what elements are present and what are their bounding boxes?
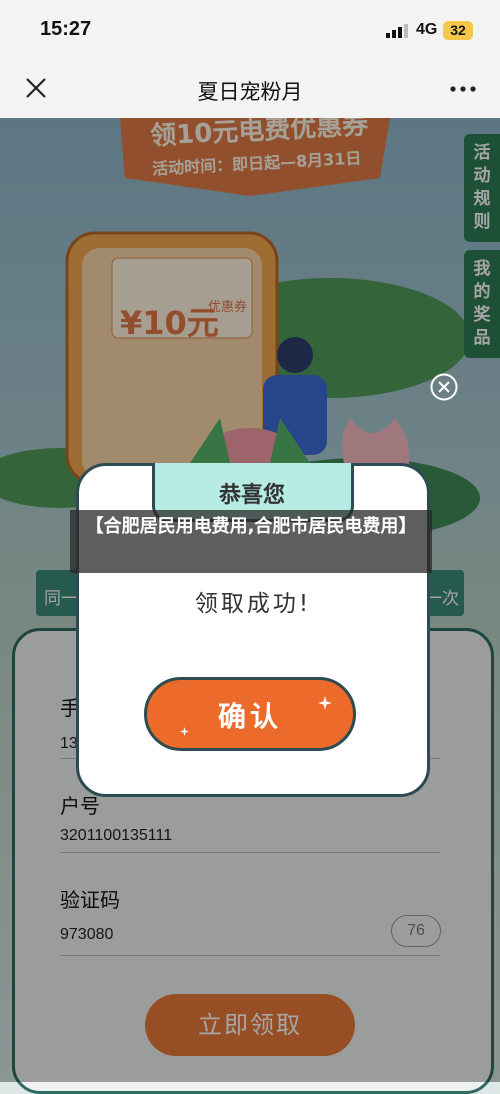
more-icon[interactable] (450, 86, 476, 92)
confirm-button[interactable]: 确认 (144, 677, 356, 751)
sparkle-icon (318, 696, 332, 710)
status-time: 15:27 (40, 18, 92, 40)
modal-title: 恭喜您 (218, 483, 285, 508)
network-type: 4G (416, 21, 438, 38)
modal-close-icon[interactable] (429, 372, 459, 402)
nav-bar: 夏日宠粉月 (0, 62, 500, 118)
article-caption: 【合肥居民用电费用,合肥市居民电费用】 (70, 510, 432, 573)
signal-icon (386, 24, 408, 38)
battery-badge: 32 (443, 21, 473, 40)
status-bar: 15:27 4G 32 (0, 0, 500, 62)
page-title: 夏日宠粉月 (197, 80, 303, 104)
modal-message: 领取成功! (194, 591, 312, 617)
sparkle-icon (180, 727, 189, 736)
